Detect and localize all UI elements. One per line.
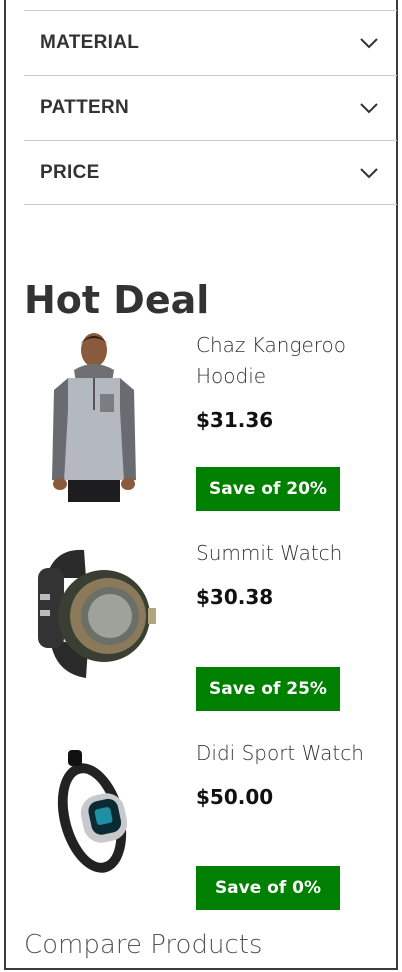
deal-item-summit-watch: Summit Watch $30.38 Save of 25%	[24, 538, 397, 718]
chevron-down-icon[interactable]	[359, 102, 379, 114]
deal-info: Summit Watch $30.38	[196, 538, 396, 609]
filter-pattern[interactable]: PATTERN	[24, 75, 397, 140]
filter-label: PATTERN	[40, 97, 130, 118]
filter-list: MATERIAL PATTERN PRICE	[24, 10, 397, 205]
chevron-down-icon[interactable]	[359, 37, 379, 49]
compare-products-heading[interactable]: Compare Products	[24, 930, 262, 960]
save-badge: Save of 0%	[196, 866, 340, 910]
save-badge: Save of 25%	[196, 667, 340, 711]
save-badge: Save of 20%	[196, 467, 340, 511]
product-price: $50.00	[196, 785, 274, 809]
deal-info: Didi Sport Watch $50.00	[196, 738, 396, 809]
filter-label: MATERIAL	[40, 32, 140, 53]
deal-info: Chaz Kangeroo Hoodie $31.36	[196, 330, 396, 432]
chevron-down-icon[interactable]	[359, 167, 379, 179]
filter-material[interactable]: MATERIAL	[24, 10, 397, 75]
product-image-summit-watch[interactable]	[24, 538, 184, 718]
deal-item-didi-sport-watch: Didi Sport Watch $50.00 Save of 0%	[24, 738, 397, 913]
filter-price[interactable]: PRICE	[24, 140, 397, 205]
deal-item-hoodie: Chaz Kangeroo Hoodie $31.36 Save of 20%	[24, 330, 397, 515]
product-name[interactable]: Chaz Kangeroo Hoodie	[196, 330, 396, 392]
filter-label: PRICE	[40, 161, 100, 183]
product-name[interactable]: Didi Sport Watch	[196, 738, 396, 769]
product-price: $30.38	[196, 585, 274, 609]
product-image-didi-sport-watch[interactable]	[24, 738, 184, 918]
product-price: $31.36	[196, 408, 274, 432]
product-name[interactable]: Summit Watch	[196, 538, 396, 569]
hot-deal-title: Hot Deal	[24, 278, 210, 322]
product-image-hoodie[interactable]	[24, 330, 184, 510]
